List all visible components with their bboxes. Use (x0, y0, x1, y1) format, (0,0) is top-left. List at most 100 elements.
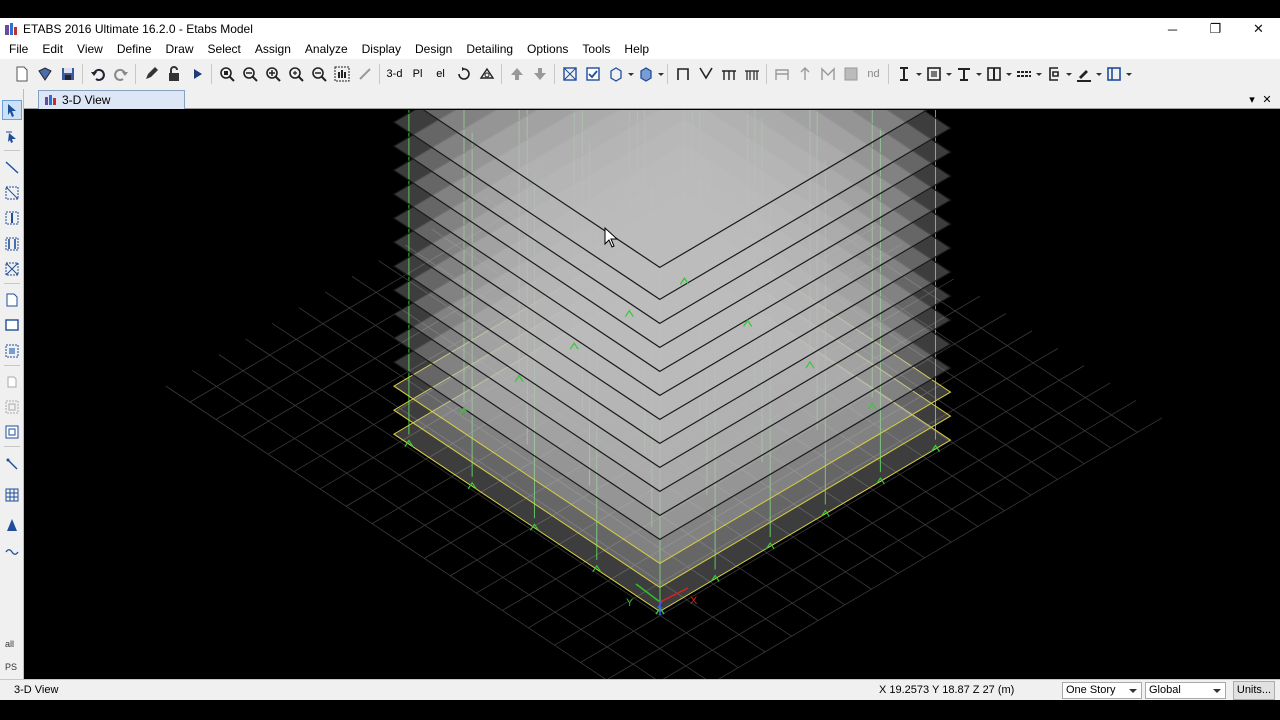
menu-design[interactable]: Design (408, 40, 459, 59)
draw-opening-tool-button[interactable] (2, 422, 22, 442)
section-designer-button[interactable] (892, 63, 915, 85)
section-designer-dropdown[interactable] (915, 63, 922, 85)
units-button[interactable]: Units... (1233, 681, 1275, 700)
previous-selection-button[interactable]: PS (2, 657, 22, 677)
menu-analyze[interactable]: Analyze (298, 40, 355, 59)
move-up-story-button[interactable] (505, 63, 528, 85)
zoom-in-step-button[interactable] (284, 63, 307, 85)
pen-color-dropdown[interactable] (1095, 63, 1102, 85)
redo-button[interactable] (109, 63, 132, 85)
draw-link-button[interactable] (2, 454, 22, 474)
open-model-button[interactable] (33, 63, 56, 85)
plan-view-button[interactable]: Pl (406, 63, 429, 85)
draw-joint-button[interactable] (2, 157, 22, 177)
tab-3d-view[interactable]: 3-D View (38, 90, 185, 109)
view-box-dropdown[interactable] (627, 63, 634, 85)
draw-frame-tool-button[interactable] (2, 183, 22, 203)
menu-help[interactable]: Help (617, 40, 656, 59)
rotate-3d-button[interactable] (452, 63, 475, 85)
display-settings-dropdown[interactable] (1125, 63, 1132, 85)
draw-nd-button[interactable]: nd (862, 63, 885, 85)
draw-section-cut-button[interactable] (2, 515, 22, 535)
menu-tools[interactable]: Tools (575, 40, 617, 59)
zoom-in-button[interactable] (261, 63, 284, 85)
draw-beam-button[interactable] (717, 63, 740, 85)
menu-assign[interactable]: Assign (248, 40, 298, 59)
zoom-window-button[interactable] (215, 63, 238, 85)
draw-secondary-beam-button[interactable] (740, 63, 763, 85)
view-3d-button[interactable]: 3-d (383, 63, 406, 85)
menu-options[interactable]: Options (520, 40, 575, 59)
elevation-view-button[interactable]: el (429, 63, 452, 85)
tab-list-dropdown[interactable]: ▾ (1245, 91, 1259, 107)
draw-floor-button[interactable] (2, 290, 22, 310)
restore-button[interactable]: ❐ (1194, 18, 1237, 40)
menu-draw[interactable]: Draw (159, 40, 201, 59)
draw-column-tool-button[interactable] (2, 208, 22, 228)
lock-model-button[interactable] (162, 63, 185, 85)
quick-draw-wall-button[interactable] (2, 397, 22, 417)
close-view-button[interactable]: ✕ (1260, 91, 1274, 107)
draw-frame-button[interactable] (671, 63, 694, 85)
wall-section-button[interactable] (982, 63, 1005, 85)
toolbar-separator (554, 64, 555, 84)
move-down-story-button[interactable] (528, 63, 551, 85)
run-analysis-button[interactable] (185, 63, 208, 85)
tee-section-button[interactable] (952, 63, 975, 85)
slab-section-dropdown[interactable] (945, 63, 952, 85)
draw-beam-tool-button[interactable] (2, 234, 22, 254)
menu-view[interactable]: View (70, 40, 110, 59)
beam-tool-icon (5, 237, 19, 251)
object-shrink-button[interactable] (558, 63, 581, 85)
draw-column-button[interactable] (793, 63, 816, 85)
draw-rect-area-button[interactable] (2, 315, 22, 335)
floor-icon (6, 293, 18, 307)
close-button[interactable]: ✕ (1237, 18, 1280, 40)
slab-section-button[interactable] (922, 63, 945, 85)
select-pointer-button[interactable] (2, 100, 22, 120)
new-model-button[interactable] (10, 63, 33, 85)
menu-select[interactable]: Select (201, 40, 248, 59)
coordinate-system-selector[interactable]: Global (1145, 682, 1226, 699)
menu-define[interactable]: Define (110, 40, 159, 59)
pen-color-button[interactable] (1072, 63, 1095, 85)
menu-edit[interactable]: Edit (35, 40, 70, 59)
reshape-pointer-icon (6, 131, 16, 143)
line-style-button[interactable] (1012, 63, 1035, 85)
pan-button[interactable] (330, 63, 353, 85)
bracket-tool-button[interactable] (1042, 63, 1065, 85)
menu-display[interactable]: Display (355, 40, 408, 59)
quick-draw-area-button[interactable] (2, 341, 22, 361)
zoom-previous-button[interactable] (238, 63, 261, 85)
display-settings-button[interactable] (1102, 63, 1125, 85)
undo-button[interactable] (86, 63, 109, 85)
extrude-view-button[interactable] (634, 63, 657, 85)
line-style-dropdown[interactable] (1035, 63, 1042, 85)
view-box-button[interactable] (604, 63, 627, 85)
menu-detailing[interactable]: Detailing (459, 40, 520, 59)
edit-pencil-button[interactable] (139, 63, 162, 85)
story-selector[interactable]: One Story (1062, 682, 1142, 699)
draw-dimension-button[interactable] (2, 541, 22, 561)
rubber-band-zoom-button[interactable] (353, 63, 376, 85)
tee-section-dropdown[interactable] (975, 63, 982, 85)
set-display-options-button[interactable] (581, 63, 604, 85)
reshape-tool-button[interactable] (2, 126, 22, 146)
extrude-dropdown[interactable] (657, 63, 664, 85)
draw-opening-button[interactable] (816, 63, 839, 85)
select-all-button[interactable]: all (2, 634, 22, 654)
minimize-button[interactable]: ─ (1151, 18, 1194, 40)
perspective-toggle-button[interactable] (475, 63, 498, 85)
draw-wall-button[interactable] (770, 63, 793, 85)
draw-area-button[interactable] (839, 63, 862, 85)
wall-section-dropdown[interactable] (1005, 63, 1012, 85)
zoom-out-button[interactable] (307, 63, 330, 85)
model-viewport-3d[interactable]: Y X Z (24, 110, 1280, 679)
draw-grid-button[interactable] (2, 485, 22, 505)
draw-brace-button[interactable] (694, 63, 717, 85)
bracket-dropdown[interactable] (1065, 63, 1072, 85)
save-button[interactable] (56, 63, 79, 85)
draw-brace-tool-button[interactable] (2, 259, 22, 279)
menu-file[interactable]: File (2, 40, 35, 59)
draw-wall-tool-button[interactable] (2, 372, 22, 392)
